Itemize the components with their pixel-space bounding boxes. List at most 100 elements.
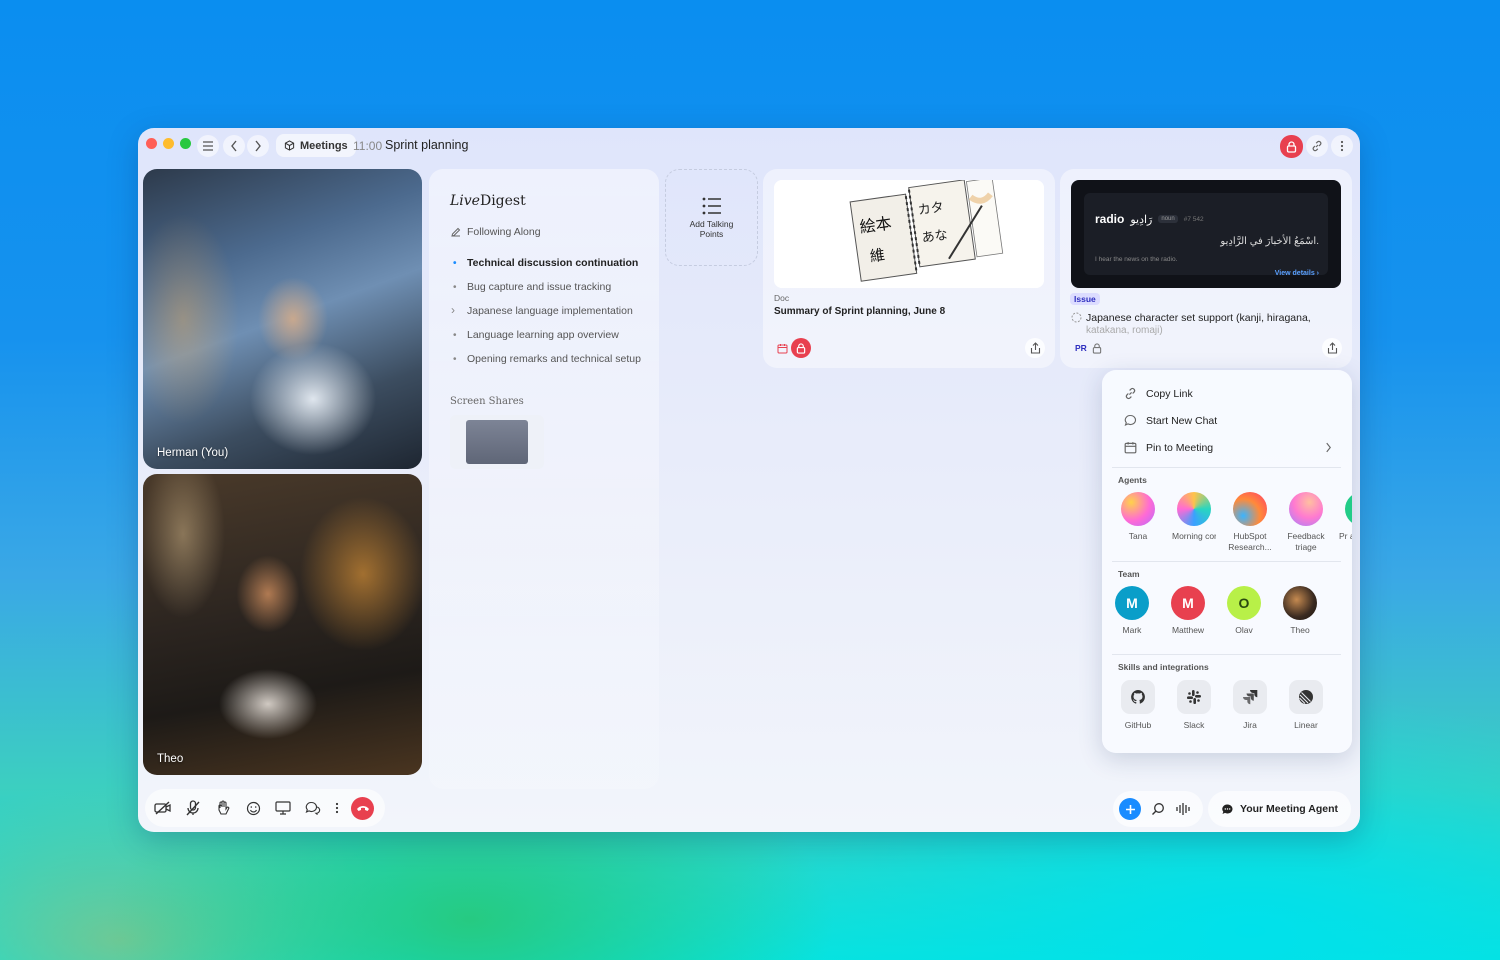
camera-off-button[interactable] <box>153 798 173 818</box>
pen-icon <box>451 227 461 237</box>
doc-lock-button[interactable] <box>791 338 811 358</box>
topic-item[interactable]: • Bug capture and issue tracking <box>451 281 651 294</box>
share-icon <box>1327 342 1337 354</box>
calendar-icon[interactable] <box>772 338 792 358</box>
avatar: M <box>1171 586 1205 620</box>
topic-item[interactable]: • Language learning app overview <box>451 329 651 342</box>
link-icon <box>1125 387 1136 400</box>
video-tile-herman[interactable]: Herman (You) <box>143 169 422 469</box>
menu-icon <box>203 141 213 151</box>
pr-badge[interactable]: PR <box>1070 338 1107 358</box>
pin-to-meeting-item[interactable]: Pin to Meeting <box>1124 441 1332 454</box>
skill-linear[interactable]: Linear <box>1278 680 1334 730</box>
search-icon <box>1152 803 1164 815</box>
phone-hangup-icon <box>356 806 369 811</box>
doc-thumbnail: 絵本 維 カタ あな <box>774 180 1044 288</box>
link-button[interactable] <box>1306 135 1328 157</box>
team-label: Team <box>1118 569 1140 579</box>
more-button[interactable] <box>1331 135 1353 157</box>
emoji-icon <box>246 801 260 815</box>
lock-icon <box>1286 140 1297 153</box>
agent-avatar <box>1289 492 1323 526</box>
sidebar-toggle-button[interactable] <box>197 135 219 157</box>
issue-preview: radio رَادِيو noun #7 542 اسْمَعُ الأخبا… <box>1071 180 1341 288</box>
avatar: M <box>1115 586 1149 620</box>
skill-github[interactable]: GitHub <box>1110 680 1166 730</box>
share-screen-button[interactable] <box>273 798 293 818</box>
linear-icon <box>1299 690 1313 704</box>
agents-label: Agents <box>1118 475 1147 485</box>
agent-morning-content[interactable]: Morning content... <box>1166 492 1222 542</box>
screen-share-thumbnail[interactable] <box>450 415 544 469</box>
topic-item[interactable]: • Technical discussion continuation <box>451 257 651 270</box>
chevron-right-icon: › <box>451 303 455 317</box>
meetings-chip[interactable]: Meetings <box>276 134 356 157</box>
team-member-matthew[interactable]: M Matthew <box>1160 586 1216 636</box>
live-digest-panel: LiveDigest Following Along • Technical di… <box>429 169 659 789</box>
share-icon <box>1030 342 1040 354</box>
preview-sentence-en: I hear the news on the radio. <box>1095 256 1178 263</box>
issue-title: Japanese character set support (kanji, h… <box>1086 312 1311 324</box>
chevron-right-icon <box>255 140 261 152</box>
minimize-window-button[interactable] <box>163 138 174 149</box>
more-controls-button[interactable] <box>333 798 341 818</box>
slack-icon <box>1187 690 1201 704</box>
meeting-window: Meetings 11:00 Sprint planning Herman (Y… <box>138 128 1360 832</box>
start-new-chat-item[interactable]: Start New Chat <box>1124 414 1217 427</box>
video-name: Theo <box>157 753 184 765</box>
copy-link-item[interactable]: Copy Link <box>1124 387 1193 400</box>
video-tile-theo[interactable]: Theo <box>143 474 422 775</box>
team-member-olav[interactable]: O Olav <box>1216 586 1272 636</box>
preview-arabic: رَادِيو <box>1130 213 1153 226</box>
team-member-theo[interactable]: Theo <box>1272 586 1328 636</box>
calendar-icon <box>1124 442 1137 454</box>
reactions-button[interactable] <box>243 798 263 818</box>
svg-text:維: 維 <box>869 246 886 266</box>
chat-bubble-icon <box>1124 414 1137 427</box>
close-window-button[interactable] <box>146 138 157 149</box>
back-button[interactable] <box>223 135 245 157</box>
agent-pr-area[interactable]: Pr area <box>1334 492 1352 552</box>
mic-off-button[interactable] <box>183 798 203 818</box>
chat-button[interactable] <box>303 798 323 818</box>
cube-icon <box>284 140 295 151</box>
add-talking-points-button[interactable]: Add Talking Points <box>665 169 758 266</box>
plus-icon <box>1125 804 1135 814</box>
agent-tana[interactable]: Tana <box>1110 492 1166 542</box>
add-button[interactable] <box>1119 798 1141 820</box>
mic-off-icon <box>186 800 200 816</box>
doc-share-button[interactable] <box>1025 338 1045 358</box>
leave-call-button[interactable] <box>351 796 374 820</box>
doc-type: Doc <box>774 293 790 303</box>
agent-avatar <box>1121 492 1155 526</box>
agent-avatar <box>1177 492 1211 526</box>
raise-hand-button[interactable] <box>213 798 233 818</box>
topic-item[interactable]: • Opening remarks and technical setup <box>451 353 651 366</box>
meeting-agent-button[interactable]: Your Meeting Agent <box>1208 791 1351 827</box>
agent-tools <box>1113 791 1203 827</box>
meetings-chip-label: Meetings <box>300 139 348 152</box>
team-member-mark[interactable]: M Mark <box>1104 586 1160 636</box>
search-button[interactable] <box>1151 802 1165 816</box>
preview-link[interactable]: View details › <box>1275 270 1319 277</box>
chat-bubble-icon <box>1222 803 1233 814</box>
skill-jira[interactable]: Jira <box>1222 680 1278 730</box>
list-icon <box>702 197 721 214</box>
zoom-window-button[interactable] <box>180 138 191 149</box>
chevron-right-icon <box>1326 442 1331 453</box>
issue-share-button[interactable] <box>1322 338 1342 358</box>
forward-button[interactable] <box>247 135 269 157</box>
lock-button[interactable] <box>1280 135 1303 158</box>
screen-icon <box>275 801 291 815</box>
topic-item[interactable]: › Japanese language implementation <box>451 303 651 318</box>
lock-icon <box>1092 342 1101 354</box>
agent-feedback-triage[interactable]: Feedback triage <box>1278 492 1334 553</box>
audio-waveform-button[interactable] <box>1175 802 1191 816</box>
skill-slack[interactable]: Slack <box>1166 680 1222 730</box>
agent-avatar <box>1233 492 1267 526</box>
issue-card[interactable]: radio رَادِيو noun #7 542 اسْمَعُ الأخبا… <box>1060 169 1352 368</box>
doc-card[interactable]: 絵本 維 カタ あな Doc Summary of Sprint plannin… <box>763 169 1055 368</box>
issue-status-icon[interactable] <box>1071 312 1082 323</box>
agent-hubspot-research[interactable]: HubSpot Research... <box>1222 492 1278 553</box>
following-along[interactable]: Following Along <box>451 226 541 238</box>
